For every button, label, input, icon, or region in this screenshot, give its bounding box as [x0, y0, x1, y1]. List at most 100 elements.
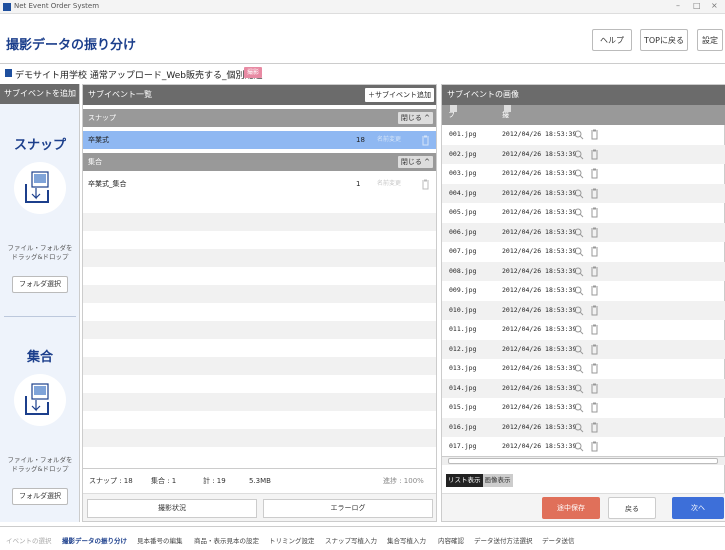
image-row[interactable]: 001.jpg 2012/04/26 18:53:39: [442, 125, 725, 145]
step-send-data[interactable]: データ送信: [542, 535, 575, 545]
horizontal-scrollbar[interactable]: [442, 456, 725, 465]
trash-icon[interactable]: [590, 285, 599, 296]
image-row[interactable]: 003.jpg 2012/04/26 18:53:39: [442, 164, 725, 184]
image-row[interactable]: 016.jpg 2012/04/26 18:53:39: [442, 417, 725, 437]
close-button[interactable]: ×: [711, 1, 718, 10]
settings-button[interactable]: 設定: [697, 29, 723, 51]
magnifier-icon[interactable]: [574, 267, 584, 277]
minimize-button[interactable]: –: [676, 1, 680, 10]
image-row[interactable]: 008.jpg 2012/04/26 18:53:39: [442, 261, 725, 281]
trash-icon[interactable]: [590, 324, 599, 335]
rename-link[interactable]: 名前変更: [377, 131, 401, 149]
snap-drop-zone[interactable]: [14, 162, 66, 214]
back-button[interactable]: 戻る: [608, 497, 656, 519]
snap-folder-select-button[interactable]: フォルダ選択: [12, 276, 68, 293]
magnifier-icon[interactable]: [574, 247, 584, 257]
image-row[interactable]: 015.jpg 2012/04/26 18:53:39: [442, 398, 725, 418]
trash-icon[interactable]: [590, 129, 599, 140]
step-trimming[interactable]: トリミング設定: [269, 535, 315, 545]
image-row[interactable]: 017.jpg 2012/04/26 18:53:39: [442, 437, 725, 457]
group-drop-zone[interactable]: [14, 374, 66, 426]
trash-icon[interactable]: [421, 135, 430, 146]
maximize-button[interactable]: □: [693, 1, 701, 10]
magnifier-icon[interactable]: [574, 364, 584, 374]
magnifier-icon[interactable]: [574, 442, 584, 452]
magnifier-icon[interactable]: [574, 325, 584, 335]
group-folder-select-button[interactable]: フォルダ選択: [12, 488, 68, 505]
magnifier-icon[interactable]: [574, 208, 584, 218]
trash-icon[interactable]: [590, 363, 599, 374]
trash-icon[interactable]: [590, 227, 599, 238]
image-date: 2012/04/26 18:53:39: [502, 305, 577, 314]
image-row[interactable]: 005.jpg 2012/04/26 18:53:39: [442, 203, 725, 223]
magnifier-icon[interactable]: [574, 423, 584, 433]
image-row[interactable]: 013.jpg 2012/04/26 18:53:39: [442, 359, 725, 379]
subevent-count: 18: [356, 136, 365, 144]
subevent-row-selected[interactable]: 卒業式 18 名前変更: [83, 131, 436, 149]
image-row[interactable]: 014.jpg 2012/04/26 18:53:39: [442, 378, 725, 398]
image-row[interactable]: 006.jpg 2012/04/26 18:53:39: [442, 222, 725, 242]
group-name: 集合: [88, 158, 102, 166]
trash-icon[interactable]: [590, 266, 599, 277]
image-row[interactable]: 004.jpg 2012/04/26 18:53:39: [442, 183, 725, 203]
magnifier-icon[interactable]: [574, 306, 584, 316]
image-row[interactable]: 007.jpg 2012/04/26 18:53:39: [442, 242, 725, 262]
trash-icon[interactable]: [590, 383, 599, 394]
trash-icon[interactable]: [590, 188, 599, 199]
list-view-tab[interactable]: リスト表示: [446, 474, 483, 487]
image-view-tab[interactable]: 画像表示: [482, 474, 513, 487]
error-log-button[interactable]: エラーログ: [263, 499, 433, 518]
image-row[interactable]: 009.jpg 2012/04/26 18:53:39: [442, 281, 725, 301]
save-draft-button[interactable]: 途中保存: [542, 497, 600, 519]
trash-icon[interactable]: [590, 207, 599, 218]
shooting-status-button[interactable]: 撮影状況: [87, 499, 257, 518]
trash-icon[interactable]: [590, 441, 599, 452]
subevent-list-header: サブイベント一覧 ＋サブイベント追加: [83, 85, 436, 105]
step-group-caption[interactable]: 集合写植入力: [387, 535, 426, 545]
help-button[interactable]: ヘルプ: [592, 29, 632, 51]
step-event-select[interactable]: イベントの選択: [6, 535, 52, 545]
image-row[interactable]: 012.jpg 2012/04/26 18:53:39: [442, 339, 725, 359]
image-row[interactable]: 011.jpg 2012/04/26 18:53:39: [442, 320, 725, 340]
trash-icon[interactable]: [421, 179, 430, 190]
sort-icon[interactable]: [450, 105, 457, 112]
step-sample-number[interactable]: 見本番号の編集: [137, 535, 183, 545]
group-collapse-button[interactable]: 閉じる ^: [397, 112, 433, 124]
rename-link[interactable]: 名前変更: [377, 175, 401, 193]
next-button[interactable]: 次へ: [672, 497, 724, 519]
trash-icon[interactable]: [590, 402, 599, 413]
trash-icon[interactable]: [590, 168, 599, 179]
sort-icon[interactable]: [504, 105, 511, 112]
image-date: 2012/04/26 18:53:39: [502, 442, 577, 450]
subevent-group-group[interactable]: 集合 閉じる ^: [83, 153, 436, 171]
trash-icon[interactable]: [590, 422, 599, 433]
magnifier-icon[interactable]: [574, 345, 584, 355]
scrollbar-thumb[interactable]: [448, 458, 718, 464]
top-button[interactable]: TOPに戻る: [640, 29, 688, 51]
group-collapse-button[interactable]: 閉じる ^: [397, 156, 433, 168]
step-send-method[interactable]: データ送付方法選択: [474, 535, 533, 545]
image-row[interactable]: 002.jpg 2012/04/26 18:53:39: [442, 144, 725, 164]
magnifier-icon[interactable]: [574, 189, 584, 199]
image-date: 2012/04/26 18:53:39: [502, 266, 577, 275]
magnifier-icon[interactable]: [574, 130, 584, 140]
magnifier-icon[interactable]: [574, 384, 584, 394]
magnifier-icon[interactable]: [574, 150, 584, 160]
subevent-row[interactable]: 卒業式_集合 1 名前変更: [83, 175, 436, 193]
trash-icon[interactable]: [590, 305, 599, 316]
image-row[interactable]: 010.jpg 2012/04/26 18:53:39: [442, 300, 725, 320]
subevent-group-snap[interactable]: スナップ 閉じる ^: [83, 109, 436, 127]
flag-icon: [5, 69, 12, 77]
trash-icon[interactable]: [590, 149, 599, 160]
magnifier-icon[interactable]: [574, 228, 584, 238]
step-snap-caption[interactable]: スナップ写植入力: [325, 535, 377, 545]
step-product-settings[interactable]: 商品・表示見本の設定: [194, 535, 259, 545]
magnifier-icon[interactable]: [574, 286, 584, 296]
add-subevent-button[interactable]: ＋サブイベント追加: [365, 88, 434, 102]
trash-icon[interactable]: [590, 246, 599, 257]
view-toggle: リスト表示 画像表示: [446, 474, 513, 487]
magnifier-icon[interactable]: [574, 403, 584, 413]
step-confirm[interactable]: 内容確認: [438, 535, 464, 545]
magnifier-icon[interactable]: [574, 169, 584, 179]
trash-icon[interactable]: [590, 344, 599, 355]
